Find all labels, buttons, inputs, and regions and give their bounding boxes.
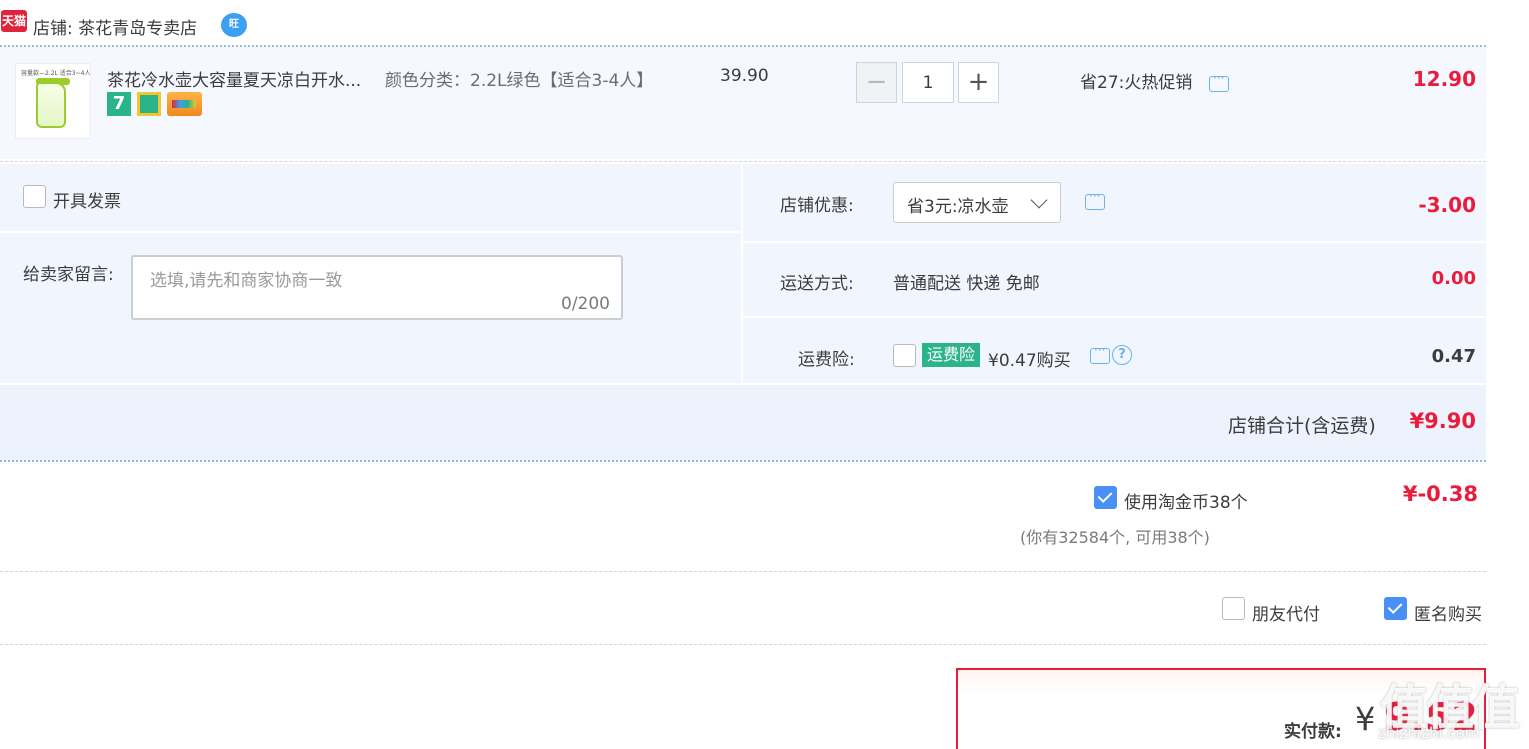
order-item-row — [0, 47, 1486, 159]
product-thumbnail[interactable]: 容量款—2.2L 适合3~4人 — [15, 63, 91, 139]
coins-discount-amount: ¥-0.38 — [1402, 482, 1478, 506]
watermark-logo: 值值值 — [1380, 680, 1520, 736]
divider — [0, 571, 1486, 572]
message-label: 给卖家留言: — [23, 265, 114, 285]
invoice-label[interactable]: 开具发票 — [53, 187, 121, 212]
shipping-method: 普通配送 快递 免邮 — [893, 274, 1040, 294]
item-subtotal: 12.90 — [1412, 67, 1476, 91]
card-stripe — [172, 100, 196, 108]
tmall-logo-icon: 天猫 — [1, 10, 27, 32]
jug-shape — [36, 82, 66, 128]
use-coins-label[interactable]: 使用淘金币38个 — [1124, 488, 1248, 513]
insurance-badge: 运费险 — [922, 343, 980, 367]
insurance-price: ¥0.47购买 — [988, 351, 1071, 371]
quantity-input[interactable]: 1 — [902, 62, 954, 103]
divider — [0, 460, 1486, 462]
insurance-amount: 0.47 — [1431, 346, 1476, 367]
product-title-link[interactable]: 茶花冷水壶大容量夏天凉白开水... — [107, 66, 377, 91]
promo-info-chat-icon[interactable] — [1209, 71, 1229, 92]
coupon-selected-value[interactable]: 省3元:凉水壶 — [907, 192, 1009, 217]
shipping-panel — [743, 243, 1486, 316]
shipping-fee: 0.00 — [1431, 268, 1476, 289]
friend-pay-checkbox[interactable] — [1222, 597, 1245, 620]
coupon-panel — [743, 164, 1486, 241]
coupon-label: 店铺优惠: — [780, 196, 854, 216]
anonymous-purchase-label[interactable]: 匿名购买 — [1414, 600, 1482, 625]
message-placeholder: 选填,请先和商家协商一致 — [150, 271, 343, 291]
payment-currency: ¥ — [1355, 700, 1376, 738]
coupon-info-chat-icon[interactable] — [1085, 189, 1105, 210]
insurance-label: 运费险: — [798, 350, 855, 370]
insurance-info-chat-icon[interactable] — [1090, 343, 1110, 364]
seven-day-return-icon[interactable]: 7 — [107, 92, 131, 116]
unit-price: 39.90 — [720, 66, 769, 86]
use-coins-checkbox[interactable] — [1094, 486, 1117, 509]
credit-card-icon[interactable] — [167, 92, 202, 116]
quantity-increase-button[interactable]: + — [958, 62, 999, 103]
watermark-text: zhizhizhi.com — [1378, 724, 1480, 742]
anonymous-purchase-checkbox[interactable] — [1384, 597, 1407, 620]
product-sku: 颜色分类：2.2L绿色【适合3-4人】 — [385, 71, 654, 91]
shop-total-label: 店铺合计(含运费) — [1228, 415, 1376, 437]
help-icon[interactable]: ? — [1112, 345, 1132, 365]
quantity-decrease-button[interactable]: − — [856, 62, 897, 103]
item-promotion: 省27:火热促销 — [1080, 73, 1193, 93]
shop-name-link[interactable]: 店铺: 茶花青岛专卖店 — [33, 14, 197, 39]
guarantee-shield-icon[interactable] — [137, 92, 161, 116]
divider — [0, 644, 1486, 645]
divider — [0, 161, 1486, 162]
message-char-count: 0/200 — [561, 294, 610, 314]
coupon-discount-amount: -3.00 — [1418, 193, 1476, 217]
payment-label: 实付款: — [1284, 722, 1342, 742]
shipping-label: 运送方式: — [780, 274, 854, 294]
invoice-checkbox[interactable] — [23, 185, 46, 208]
shop-total-value: ¥9.90 — [1409, 409, 1476, 433]
coins-balance-note: (你有32584个, 可用38个) — [1020, 528, 1210, 547]
insurance-checkbox[interactable] — [893, 344, 916, 367]
wangwang-chat-icon[interactable]: 旺 — [221, 13, 247, 37]
friend-pay-label[interactable]: 朋友代付 — [1252, 600, 1320, 625]
thumbnail-caption: 容量款—2.2L 适合3~4人 — [21, 70, 91, 77]
